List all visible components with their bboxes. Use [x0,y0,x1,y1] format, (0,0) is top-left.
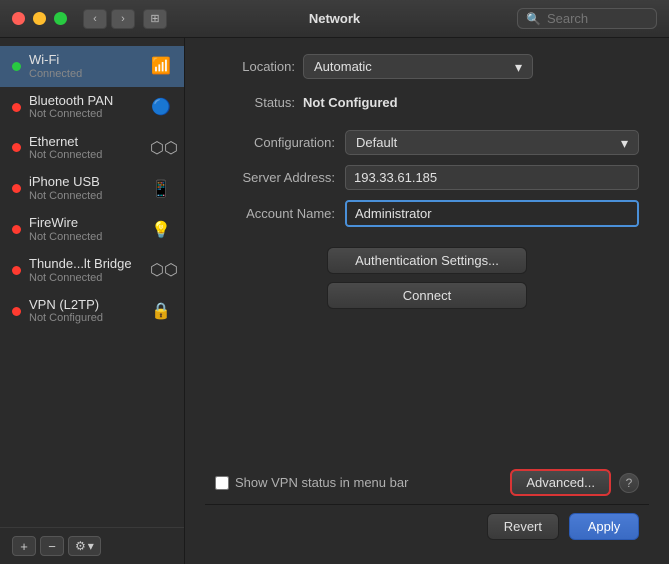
status-dot-wifi [12,62,21,71]
iphone-name: iPhone USB [29,174,146,190]
bluetooth-info: Bluetooth PAN Not Connected [29,93,146,122]
location-value: Automatic [314,59,372,74]
help-button[interactable]: ? [619,473,639,493]
firewire-icon: 💡 [150,220,172,240]
sidebar-item-iphone-usb[interactable]: iPhone USB Not Connected 📱 [0,168,184,209]
bluetooth-status: Not Connected [29,108,146,121]
sidebar-footer: + − ⚙ ▾ [0,527,184,564]
titlebar: ‹ › ⊞ Network 🔍 [0,0,669,38]
gear-chevron: ▾ [88,539,94,553]
vpn-name: VPN (L2TP) [29,297,146,313]
bluetooth-icon: 🔵 [150,97,172,117]
footer-buttons: Revert Apply [205,504,649,548]
wifi-info: Wi-Fi Connected [29,52,146,81]
location-label: Location: [215,59,295,74]
iphone-info: iPhone USB Not Connected [29,174,146,203]
gear-button[interactable]: ⚙ ▾ [68,536,101,556]
back-button[interactable]: ‹ [83,9,107,29]
window-controls [12,12,67,25]
status-label: Status: [215,95,295,110]
thunderbolt-status: Not Connected [29,272,146,285]
grid-button[interactable]: ⊞ [143,9,167,29]
status-dot-vpn [12,307,21,316]
wifi-status: Connected [29,68,146,81]
network-list: Wi-Fi Connected 📶 Bluetooth PAN Not Conn… [0,46,184,527]
search-input[interactable] [547,11,648,26]
connect-button[interactable]: Connect [327,282,527,309]
firewire-info: FireWire Not Connected [29,215,146,244]
search-icon: 🔍 [526,12,541,26]
sidebar-item-thunderbolt[interactable]: Thunde...lt Bridge Not Connected ⬡⬡ [0,250,184,291]
search-box[interactable]: 🔍 [517,8,657,29]
sidebar-item-ethernet[interactable]: Ethernet Not Connected ⬡⬡ [0,128,184,169]
ethernet-name: Ethernet [29,134,146,150]
configuration-select[interactable]: Default ▾ [345,130,639,155]
vpn-menu-bar-checkbox[interactable] [215,476,229,490]
ethernet-info: Ethernet Not Connected [29,134,146,163]
configuration-row: Configuration: Default ▾ [215,130,639,155]
add-network-button[interactable]: + [12,536,36,556]
status-row: Status: Not Configured [205,95,649,110]
server-label: Server Address: [215,170,335,185]
location-select[interactable]: Automatic ▾ [303,54,533,79]
vpn-menu-bar-label: Show VPN status in menu bar [235,475,408,490]
bottom-bar: Show VPN status in menu bar Advanced... … [205,461,649,504]
revert-button[interactable]: Revert [487,513,559,540]
vpn-status: Not Configured [29,312,146,325]
status-dot-ethernet [12,143,21,152]
sidebar-item-bluetooth[interactable]: Bluetooth PAN Not Connected 🔵 [0,87,184,128]
location-row: Location: Automatic ▾ [205,54,649,79]
status-dot-firewire [12,225,21,234]
spacer [205,329,649,461]
vpn-icon: 🔒 [150,301,172,321]
content-area: Location: Automatic ▾ Status: Not Config… [185,38,669,564]
vpn-info: VPN (L2TP) Not Configured [29,297,146,326]
remove-network-button[interactable]: − [40,536,64,556]
status-dot-iphone [12,184,21,193]
sidebar-item-vpn[interactable]: VPN (L2TP) Not Configured 🔒 [0,291,184,332]
auth-settings-button[interactable]: Authentication Settings... [327,247,527,274]
wifi-icon: 📶 [150,56,172,76]
status-dot-thunderbolt [12,266,21,275]
wifi-name: Wi-Fi [29,52,146,68]
sidebar-item-wifi[interactable]: Wi-Fi Connected 📶 [0,46,184,87]
minimize-button[interactable] [33,12,46,25]
iphone-icon: 📱 [150,179,172,199]
thunderbolt-info: Thunde...lt Bridge Not Connected [29,256,146,285]
status-value: Not Configured [303,95,398,110]
close-button[interactable] [12,12,25,25]
config-chevron: ▾ [621,136,628,150]
bottom-right-buttons: Advanced... ? [510,469,639,496]
configuration-value: Default [356,135,397,150]
advanced-button[interactable]: Advanced... [510,469,611,496]
status-dot-bluetooth [12,103,21,112]
apply-button[interactable]: Apply [569,513,639,540]
ethernet-status: Not Connected [29,149,146,162]
bluetooth-name: Bluetooth PAN [29,93,146,109]
form-fields: Configuration: Default ▾ Server Address:… [205,130,649,227]
account-input[interactable] [345,200,639,227]
account-label: Account Name: [215,206,335,221]
window-title: Network [309,11,360,26]
maximize-button[interactable] [54,12,67,25]
configuration-label: Configuration: [215,135,335,150]
firewire-name: FireWire [29,215,146,231]
vpn-menu-bar-checkbox-wrap: Show VPN status in menu bar [215,475,408,490]
thunderbolt-name: Thunde...lt Bridge [29,256,146,272]
firewire-status: Not Connected [29,231,146,244]
thunderbolt-icon: ⬡⬡ [150,260,172,280]
gear-icon: ⚙ [75,539,86,553]
account-row: Account Name: [215,200,639,227]
sidebar-item-firewire[interactable]: FireWire Not Connected 💡 [0,209,184,250]
location-chevron: ▾ [515,60,522,74]
sidebar: Wi-Fi Connected 📶 Bluetooth PAN Not Conn… [0,38,185,564]
navigation-buttons: ‹ › ⊞ [83,9,167,29]
server-input[interactable] [345,165,639,190]
server-row: Server Address: [215,165,639,190]
ethernet-icon: ⬡⬡ [150,138,172,158]
iphone-status: Not Connected [29,190,146,203]
main-layout: Wi-Fi Connected 📶 Bluetooth PAN Not Conn… [0,38,669,564]
action-buttons: Authentication Settings... Connect [205,247,649,309]
forward-button[interactable]: › [111,9,135,29]
